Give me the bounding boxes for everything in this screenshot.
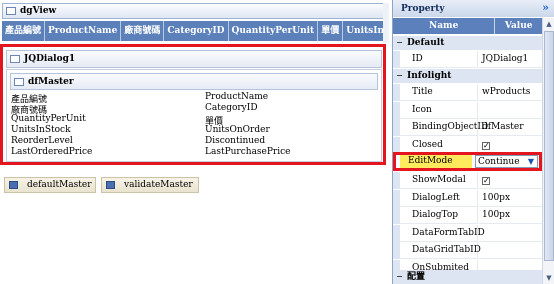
property-panel-title: Property [401, 3, 445, 14]
dataform-field-row: UnitsInStock UnitsOnOrder [11, 125, 377, 136]
collapse-icon[interactable]: − [396, 272, 403, 280]
datagrid-column-header[interactable]: QuantityPerUnit [229, 21, 319, 41]
datagrid-column-header[interactable]: 單價 [318, 21, 344, 41]
field-label[interactable]: CategoryID [205, 103, 258, 113]
datagrid-column-header[interactable]: ProductName [45, 21, 122, 41]
category-config[interactable]: − 配置 [393, 270, 542, 284]
expand-icon[interactable]: » [542, 1, 549, 14]
value-column-header: Value [504, 21, 533, 31]
dialog-header[interactable]: JQDialog1 [6, 50, 382, 68]
grid-icon [106, 181, 115, 189]
dataform-field-row: QuantityPerUnit 單價 [11, 114, 377, 127]
datagrid-column-header[interactable]: 產品編號 [2, 21, 46, 41]
editmode-select[interactable]: Continue ▼ [475, 155, 538, 168]
property-row-editmode[interactable]: EditMode Continue ▼ [393, 152, 542, 171]
property-panel-title-bar: Property » [393, 0, 554, 17]
field-label[interactable]: ProductName [205, 92, 268, 102]
property-row-datagridtabid[interactable]: DataGridTabID [393, 242, 542, 259]
datagrid-title: dgView [20, 6, 57, 16]
property-row-dataformtabid[interactable]: DataFormTabID [393, 225, 542, 242]
validate-master-button[interactable]: validateMaster [101, 177, 199, 193]
property-row-bindingobjectid[interactable]: BindingObjectID dfMaster [393, 119, 542, 136]
property-row-id[interactable]: ID JQDialog1 [393, 51, 542, 68]
datagrid-column-headers: 產品編號 ProductName 廠商號碼 CategoryID QuantityPer… [2, 21, 386, 41]
field-label[interactable]: QuantityPerUnit [11, 114, 86, 124]
property-row-dialogtop[interactable]: DialogTop 100px [393, 207, 542, 224]
dataform-field-row: 廠商號碼 CategoryID [11, 103, 377, 116]
datagrid-scrollbar[interactable] [383, 3, 389, 43]
property-scrollbar[interactable]: ▲ ▼ [542, 18, 554, 284]
property-panel: Property » Name Value − Default ID JQDial… [392, 0, 554, 284]
dialog-title: JQDialog1 [24, 54, 76, 64]
dataform-icon [14, 77, 24, 86]
checkbox[interactable]: ✓ [482, 177, 490, 185]
name-column-header: Name [393, 18, 496, 34]
grid-icon [9, 181, 18, 189]
datagrid-icon [6, 7, 16, 15]
dialog-body: dfMaster 產品編號 ProductName 廠商號碼 CategoryID Qu… [6, 69, 382, 162]
field-label[interactable]: UnitsInStock [11, 125, 71, 135]
scroll-up-icon[interactable]: ▲ [544, 19, 554, 29]
category-default[interactable]: − Default [393, 36, 542, 50]
dataform-title: dfMaster [28, 76, 74, 87]
field-label[interactable]: ReorderLevel [11, 136, 73, 146]
datagrid-column-header[interactable]: 廠商號碼 [121, 21, 165, 41]
property-row-title[interactable]: Title wProducts [393, 84, 542, 101]
field-label[interactable]: Discontinued [205, 136, 265, 146]
dataform-fields: 產品編號 ProductName 廠商號碼 CategoryID QuantityPer… [11, 92, 377, 158]
collapse-icon[interactable]: − [396, 71, 403, 79]
scroll-thumb[interactable] [544, 31, 554, 261]
property-row-dialogleft[interactable]: DialogLeft 100px [393, 190, 542, 207]
property-grid-header: Name Value [393, 18, 542, 34]
datagrid-column-header[interactable]: CategoryID [164, 21, 229, 41]
scroll-down-icon[interactable]: ▼ [544, 273, 554, 283]
dialog-icon [10, 55, 20, 63]
field-label[interactable]: LastOrderedPrice [11, 147, 92, 157]
property-row-icon[interactable]: Icon [393, 102, 542, 119]
field-label[interactable]: LastPurchasePrice [205, 147, 290, 157]
checkbox[interactable]: ✓ [482, 142, 490, 150]
dataform-field-row: ReorderLevel Discontinued [11, 136, 377, 147]
datagrid-column-header[interactable]: UnitsInStock [343, 21, 386, 41]
dialog-component[interactable]: JQDialog1 dfMaster 產品編號 ProductName 廠商號碼 Ca… [0, 44, 386, 165]
property-row-showmodal[interactable]: ShowModal ✓ [393, 172, 542, 189]
category-infolight[interactable]: − Infolight [393, 69, 542, 83]
datagrid-header[interactable]: dgView [2, 3, 388, 19]
default-master-button[interactable]: defaultMaster [4, 177, 96, 193]
dataform-header[interactable]: dfMaster [10, 73, 378, 90]
dataform-field-row: LastOrderedPrice LastPurchasePrice [11, 147, 377, 158]
designer-canvas: dgView 產品編號 ProductName 廠商號碼 CategoryID Quan… [0, 0, 390, 284]
chevron-down-icon[interactable]: ▼ [526, 156, 536, 167]
collapse-icon[interactable]: − [396, 38, 403, 46]
field-label[interactable]: UnitsOnOrder [205, 125, 270, 135]
dataform-field-row: 產品編號 ProductName [11, 92, 377, 105]
